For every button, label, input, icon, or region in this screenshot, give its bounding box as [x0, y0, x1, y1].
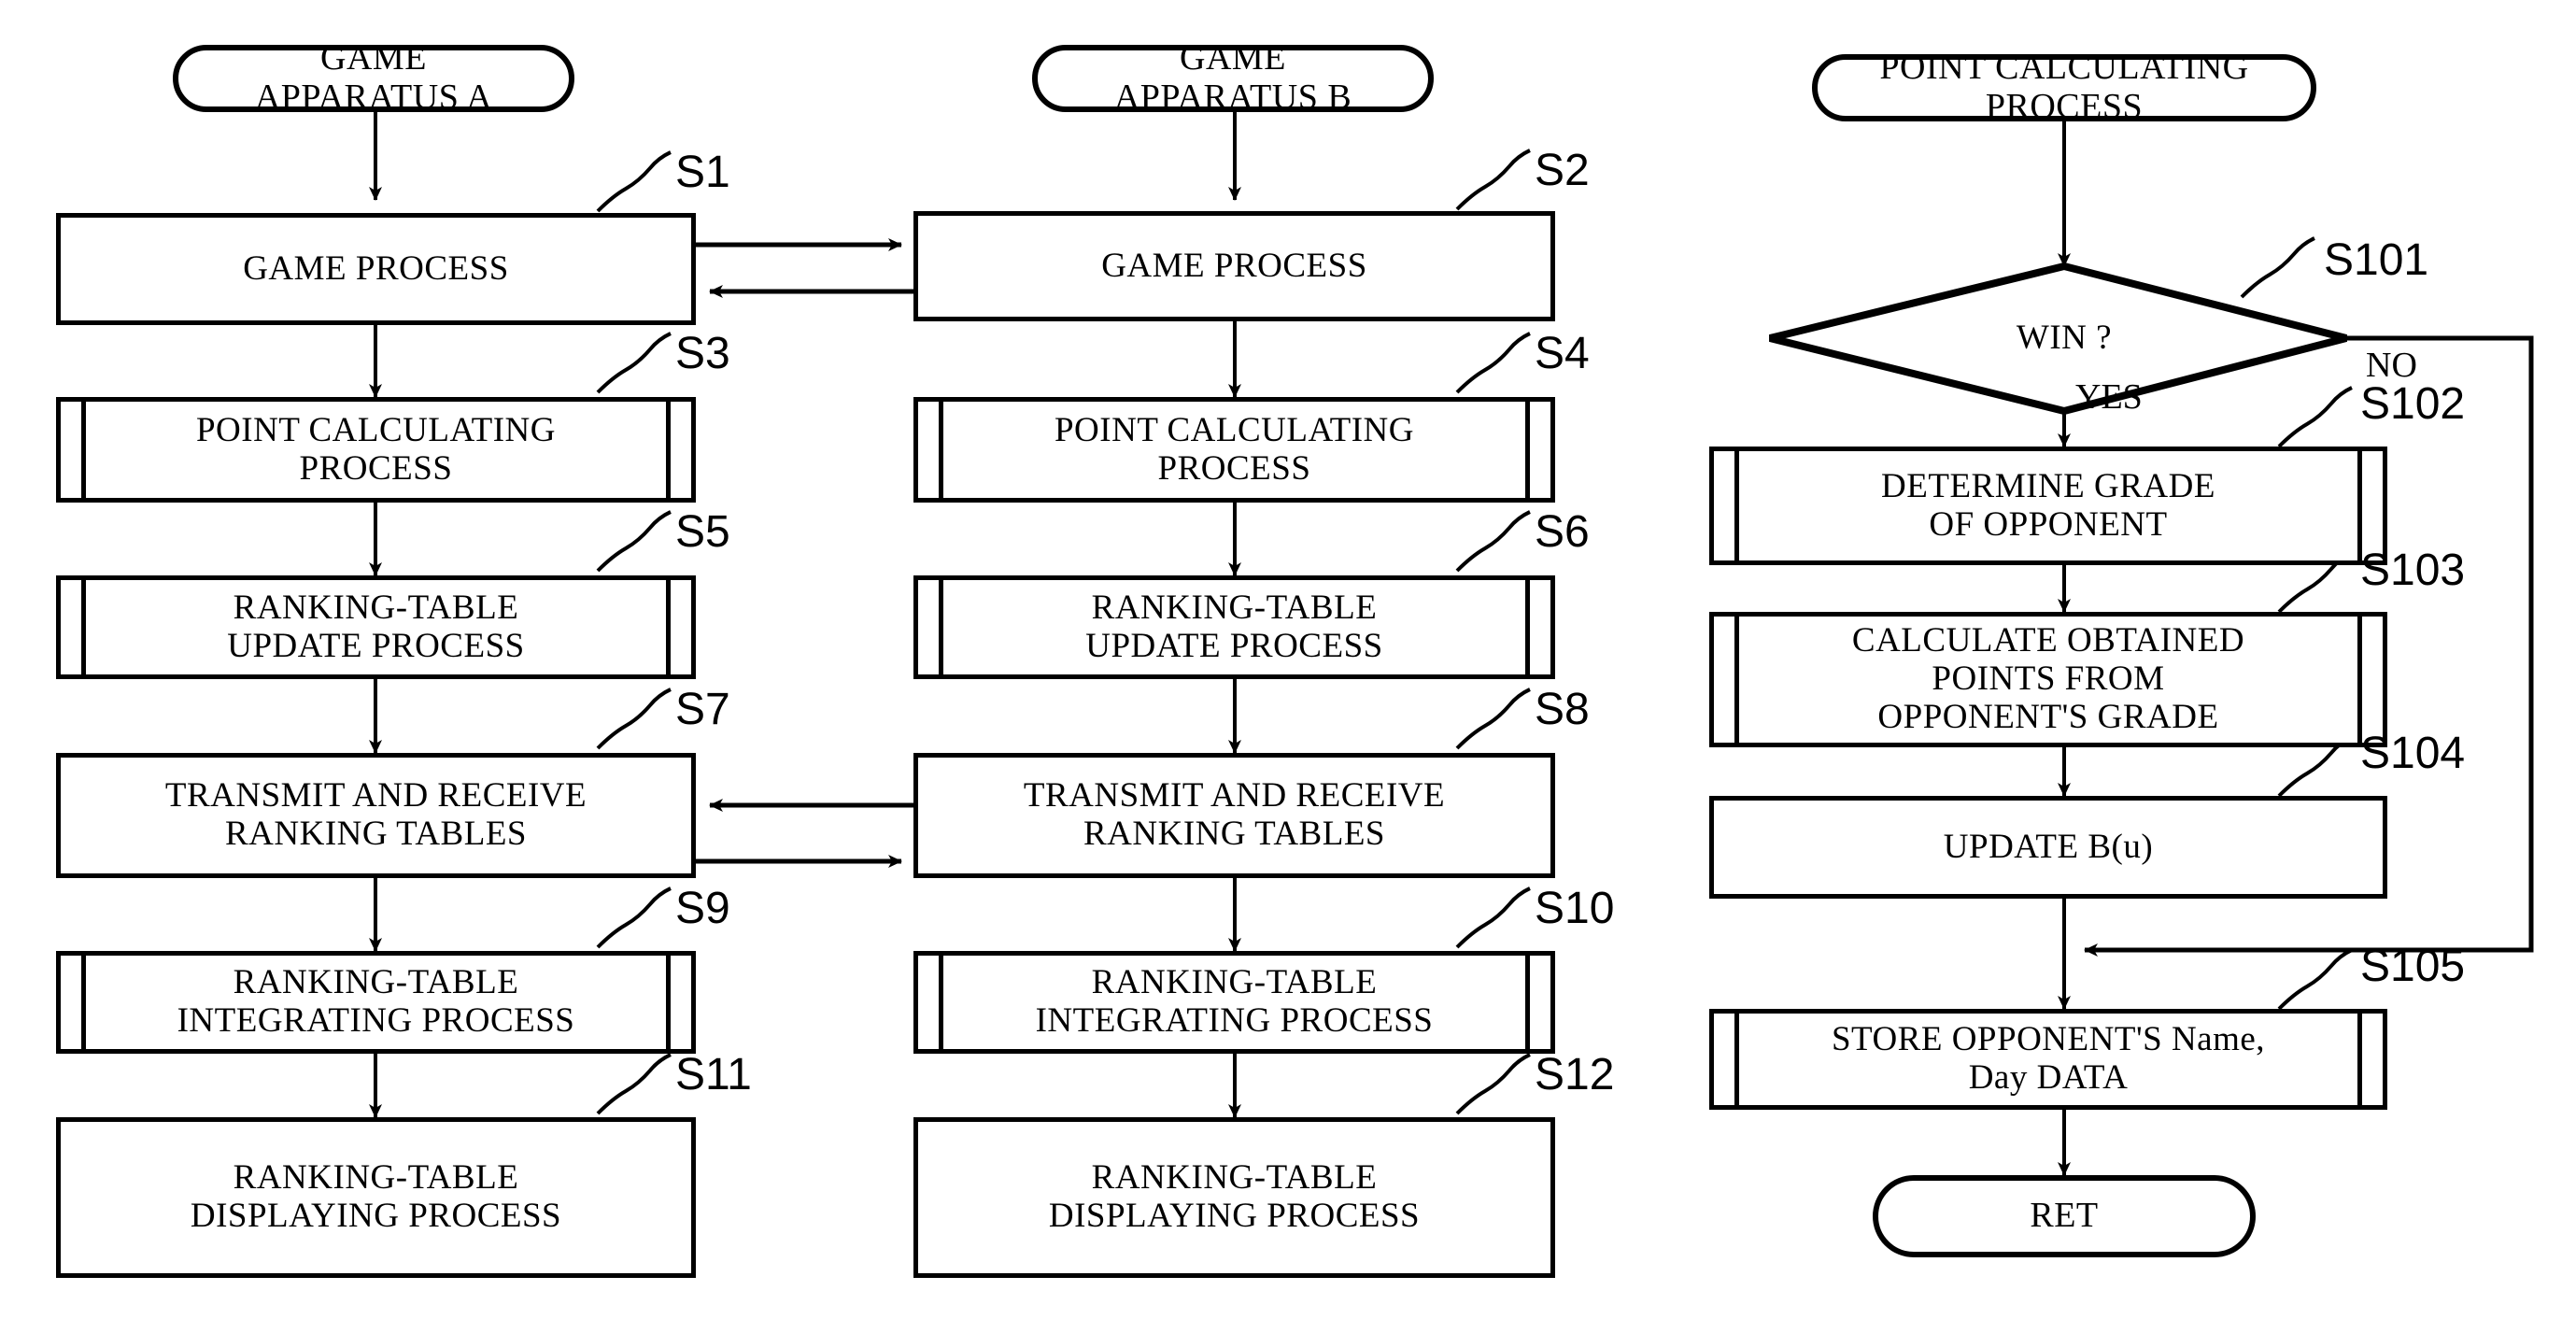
step-ref-s2: S2	[1535, 146, 1590, 195]
step-ref-s12: S12	[1535, 1050, 1615, 1099]
step-ref-s3: S3	[675, 329, 730, 378]
process-s105: STORE OPPONENT'S Name, Day DATA	[1709, 1009, 2387, 1110]
step-ref-s103: S103	[2360, 546, 2466, 595]
process-s5: RANKING-TABLE UPDATE PROCESS	[56, 575, 696, 679]
process-s10: RANKING-TABLE INTEGRATING PROCESS	[913, 951, 1555, 1054]
step-ref-s101: S101	[2324, 235, 2429, 285]
process-s102: DETERMINE GRADE OF OPPONENT	[1709, 447, 2387, 565]
start-terminal-apparatus-b: GAME APPARATUS B	[1032, 38, 1434, 117]
process-s2: GAME PROCESS	[913, 211, 1555, 321]
process-label: TRANSMIT AND RECEIVE RANKING TABLES	[164, 776, 587, 853]
branch-label-yes: YES	[2075, 377, 2143, 417]
process-label: POINT CALCULATING PROCESS	[195, 410, 556, 488]
branch-label-no: NO	[2366, 346, 2417, 385]
step-ref-s9: S9	[675, 884, 730, 933]
step-ref-s10: S10	[1535, 884, 1615, 933]
step-ref-s8: S8	[1535, 685, 1590, 734]
terminal-label: GAME APPARATUS B	[1113, 38, 1352, 117]
start-terminal-point-calculating: POINT CALCULATING PROCESS	[1812, 48, 2316, 126]
decision-s101: WIN ?	[1915, 310, 2214, 366]
step-ref-s6: S6	[1535, 507, 1590, 557]
process-label: RANKING-TABLE DISPLAYING PROCESS	[190, 1158, 562, 1235]
process-label: GAME PROCESS	[1101, 246, 1367, 285]
process-s6: RANKING-TABLE UPDATE PROCESS	[913, 575, 1555, 679]
process-label: CALCULATE OBTAINED POINTS FROM OPPONENT'…	[1851, 621, 2245, 736]
process-label: GAME PROCESS	[243, 248, 509, 288]
process-s103: CALCULATE OBTAINED POINTS FROM OPPONENT'…	[1709, 612, 2387, 747]
process-label: UPDATE B(u)	[1943, 827, 2154, 866]
decision-label: WIN ?	[2016, 318, 2113, 357]
step-ref-s4: S4	[1535, 329, 1590, 378]
step-ref-s7: S7	[675, 685, 730, 734]
process-label: DETERMINE GRADE OF OPPONENT	[1881, 466, 2215, 544]
process-label: RANKING-TABLE DISPLAYING PROCESS	[1048, 1158, 1421, 1235]
process-s9: RANKING-TABLE INTEGRATING PROCESS	[56, 951, 696, 1054]
terminal-label: GAME APPARATUS A	[254, 38, 493, 117]
process-s104: UPDATE B(u)	[1709, 796, 2387, 899]
process-s3: POINT CALCULATING PROCESS	[56, 397, 696, 503]
step-ref-s11: S11	[675, 1050, 752, 1099]
process-s7: TRANSMIT AND RECEIVE RANKING TABLES	[56, 753, 696, 878]
process-s1: GAME PROCESS	[56, 213, 696, 325]
step-ref-s1: S1	[675, 148, 730, 197]
step-ref-s5: S5	[675, 507, 730, 557]
process-label: RANKING-TABLE INTEGRATING PROCESS	[1035, 963, 1434, 1040]
step-ref-s102: S102	[2360, 379, 2466, 429]
process-label: POINT CALCULATING PROCESS	[1054, 410, 1414, 488]
process-s8: TRANSMIT AND RECEIVE RANKING TABLES	[913, 753, 1555, 878]
end-terminal-ret: RET	[1873, 1175, 2256, 1257]
process-s4: POINT CALCULATING PROCESS	[913, 397, 1555, 503]
step-ref-s104: S104	[2360, 729, 2466, 778]
process-label: RANKING-TABLE UPDATE PROCESS	[227, 588, 525, 665]
process-label: RANKING-TABLE UPDATE PROCESS	[1085, 588, 1383, 665]
step-ref-s105: S105	[2360, 942, 2466, 991]
flowchart-canvas: GAME APPARATUS A GAME PROCESS S1 POINT C…	[0, 0, 2576, 1319]
terminal-label: POINT CALCULATING PROCESS	[1879, 48, 2249, 126]
process-s12: RANKING-TABLE DISPLAYING PROCESS	[913, 1117, 1555, 1278]
process-label: RANKING-TABLE INTEGRATING PROCESS	[177, 963, 575, 1040]
terminal-label: RET	[2030, 1196, 2099, 1236]
start-terminal-apparatus-a: GAME APPARATUS A	[173, 38, 574, 117]
process-label: TRANSMIT AND RECEIVE RANKING TABLES	[1023, 776, 1446, 853]
process-label: STORE OPPONENT'S Name, Day DATA	[1831, 1020, 2266, 1097]
process-s11: RANKING-TABLE DISPLAYING PROCESS	[56, 1117, 696, 1278]
